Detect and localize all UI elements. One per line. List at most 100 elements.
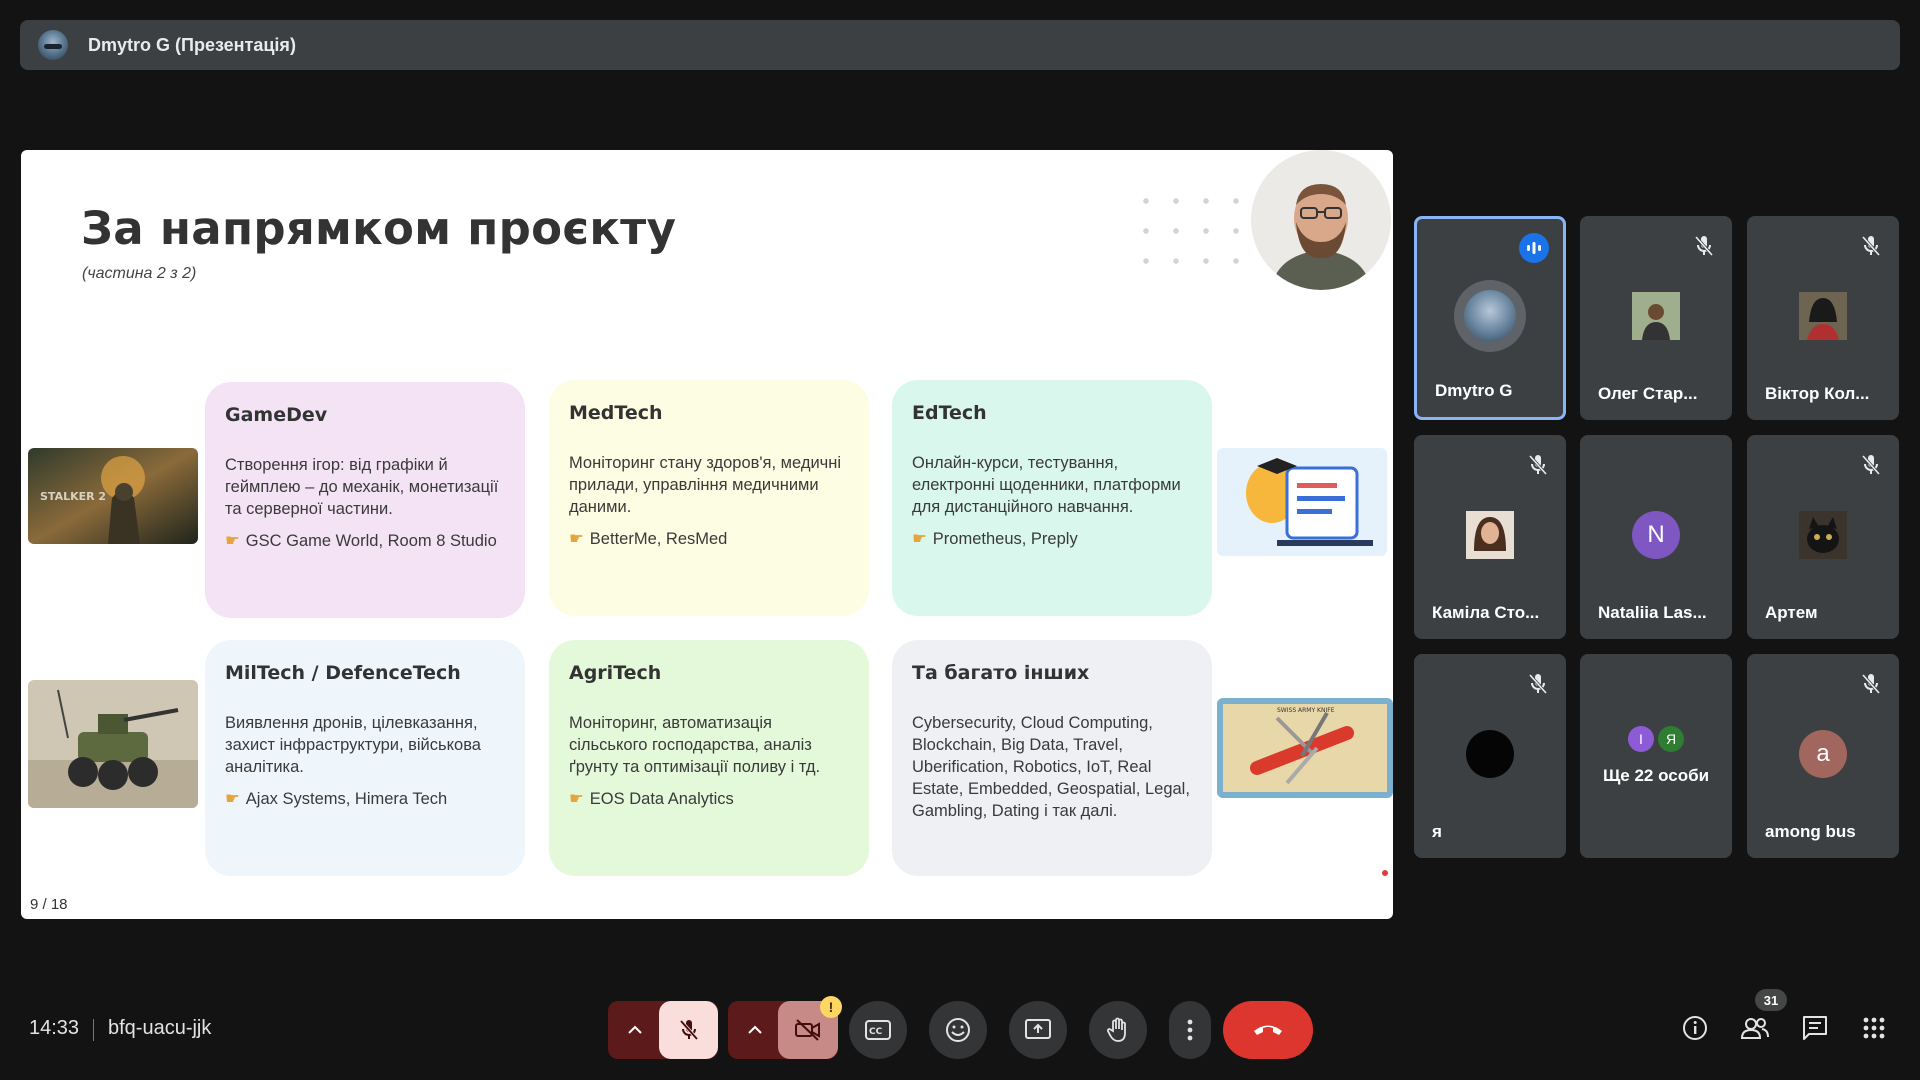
emoji-icon [946, 1018, 970, 1042]
card-medtech: MedTech Моніторинг стану здоров'я, медич… [549, 380, 869, 616]
card-agritech: AgriTech Моніторинг, автоматизація сільс… [549, 640, 869, 876]
participant-name: Dmytro G [1435, 381, 1513, 400]
apps-grid-icon [1863, 1017, 1885, 1039]
more-vert-icon [1187, 1019, 1193, 1041]
avatar [1799, 292, 1847, 340]
svg-text:STALKER 2: STALKER 2 [40, 490, 106, 503]
people-icon [1740, 1018, 1769, 1039]
presentation-title: Dmytro G (Презентація) [88, 34, 296, 55]
card-gamedev: GameDev Створення ігор: від графіки й ге… [205, 382, 525, 618]
people-count-badge: 31 [1755, 989, 1787, 1011]
card-title: EdTech [912, 402, 987, 424]
closed-captions-icon: CC [865, 1020, 891, 1040]
participant-tile-kamila[interactable]: Каміла Сто... [1414, 435, 1566, 639]
more-participants-label: Ще 22 особи [1602, 766, 1710, 785]
avatar [1454, 280, 1526, 352]
svg-text:CC: CC [869, 1027, 883, 1037]
present-screen-button[interactable] [1009, 1001, 1067, 1059]
end-call-icon [1254, 1025, 1282, 1035]
slide-title: За напрямком проєкту [81, 202, 677, 255]
chat-icon [1803, 1016, 1827, 1040]
people-button[interactable] [1738, 1011, 1772, 1045]
participant-tile-dmytro[interactable]: Dmytro G [1414, 216, 1566, 420]
chevron-up-icon [748, 1025, 762, 1034]
svg-text:SWISS ARMY KNIFE: SWISS ARMY KNIFE [1277, 707, 1335, 714]
chat-button[interactable] [1798, 1011, 1832, 1045]
mic-off-icon [1861, 455, 1881, 475]
participant-tile-artem[interactable]: Артем [1747, 435, 1899, 639]
pointing-hand-icon: ☛ [225, 532, 240, 550]
control-bar: 14:33 bfq-uacu-jjk ! CC 31 [0, 989, 1920, 1065]
decorative-dots [1131, 186, 1261, 266]
meeting-details-button[interactable] [1678, 1011, 1712, 1045]
speaking-indicator-icon [1519, 233, 1549, 263]
avatar [1799, 511, 1847, 559]
participant-name: Каміла Сто... [1432, 603, 1540, 622]
card-text: Моніторинг, автоматизація сільського гос… [569, 714, 821, 776]
laser-pointer-dot [1382, 870, 1388, 876]
pointing-hand-icon: ☛ [912, 530, 927, 548]
more-options-button[interactable] [1169, 1001, 1211, 1059]
participant-tile-oleg[interactable]: Олег Стар... [1580, 216, 1732, 420]
presentation-header: Dmytro G (Презентація) [20, 20, 1900, 70]
card-companies: ☛ BetterMe, ResMed [569, 530, 728, 548]
card-text: Онлайн-курси, тестування, електронні щод… [912, 454, 1181, 516]
pointing-hand-icon: ☛ [569, 790, 584, 808]
participant-tile-viktor[interactable]: Віктор Кол... [1747, 216, 1899, 420]
card-title: MilTech / DefenceTech [225, 662, 461, 684]
video-options-button[interactable] [732, 1015, 778, 1045]
military-robot-image [28, 680, 198, 808]
edtech-illustration [1217, 448, 1387, 556]
card-text: Cybersecurity, Cloud Computing, Blockcha… [912, 714, 1190, 820]
participant-name: among bus [1765, 822, 1856, 841]
presenter-photo [1251, 150, 1391, 290]
avatar: Я [1658, 726, 1684, 752]
avatar [1466, 730, 1514, 778]
card-text: Виявлення дронів, цілевказання, захист і… [225, 714, 481, 776]
reactions-button[interactable] [929, 1001, 987, 1059]
avatar [1632, 292, 1680, 340]
slide-page-number: 9 / 18 [30, 896, 68, 913]
present-screen-icon [1025, 1019, 1051, 1039]
participant-name: Олег Стар... [1598, 384, 1698, 403]
activities-button[interactable] [1857, 1011, 1891, 1045]
mic-off-icon [1861, 236, 1881, 256]
meeting-clock: 14:33 [29, 1017, 80, 1039]
card-text: Моніторинг стану здоров'я, медичні прила… [569, 454, 842, 516]
mic-toggle-button[interactable] [659, 1001, 718, 1059]
card-title: AgriTech [569, 662, 662, 684]
presentation-slide: За напрямком проєкту (частина 2 з 2) Gam… [21, 150, 1393, 919]
mic-off-icon [1528, 455, 1548, 475]
card-companies: ☛ Prometheus, Preply [912, 530, 1078, 548]
card-companies: ☛ EOS Data Analytics [569, 790, 734, 808]
card-title: MedTech [569, 402, 663, 424]
slide-subtitle: (частина 2 з 2) [82, 265, 197, 282]
mic-off-icon [1861, 674, 1881, 694]
participant-tile-nataliia[interactable]: N Nataliia Las... [1580, 435, 1732, 639]
card-text: Створення ігор: від графіки й геймплею –… [225, 456, 499, 518]
avatar: І [1628, 726, 1654, 752]
participant-name: Артем [1765, 603, 1818, 622]
participant-tile-among-bus[interactable]: a among bus [1747, 654, 1899, 858]
camera-warning-badge: ! [820, 996, 842, 1018]
captions-button[interactable]: CC [849, 1001, 907, 1059]
presenter-avatar [38, 30, 68, 60]
participant-name: я [1432, 822, 1442, 841]
more-participants-tile[interactable]: І Я Ще 22 особи [1580, 654, 1732, 858]
pointing-hand-icon: ☛ [569, 530, 584, 548]
avatar [1466, 511, 1514, 559]
raise-hand-button[interactable] [1089, 1001, 1147, 1059]
card-companies: ☛ GSC Game World, Room 8 Studio [225, 532, 497, 550]
swiss-army-knife-image: SWISS ARMY KNIFE [1217, 698, 1393, 798]
stalker-game-image: STALKER 2 [28, 448, 198, 544]
audio-options-button[interactable] [612, 1015, 658, 1045]
mic-off-icon [1694, 236, 1714, 256]
participant-tile-self[interactable]: я [1414, 654, 1566, 858]
mic-off-icon [679, 1019, 698, 1041]
avatar: N [1632, 511, 1680, 559]
leave-call-button[interactable] [1223, 1001, 1313, 1059]
divider [93, 1019, 94, 1041]
camera-off-icon [795, 1019, 820, 1041]
avatar: a [1799, 730, 1847, 778]
chevron-up-icon [628, 1025, 642, 1034]
